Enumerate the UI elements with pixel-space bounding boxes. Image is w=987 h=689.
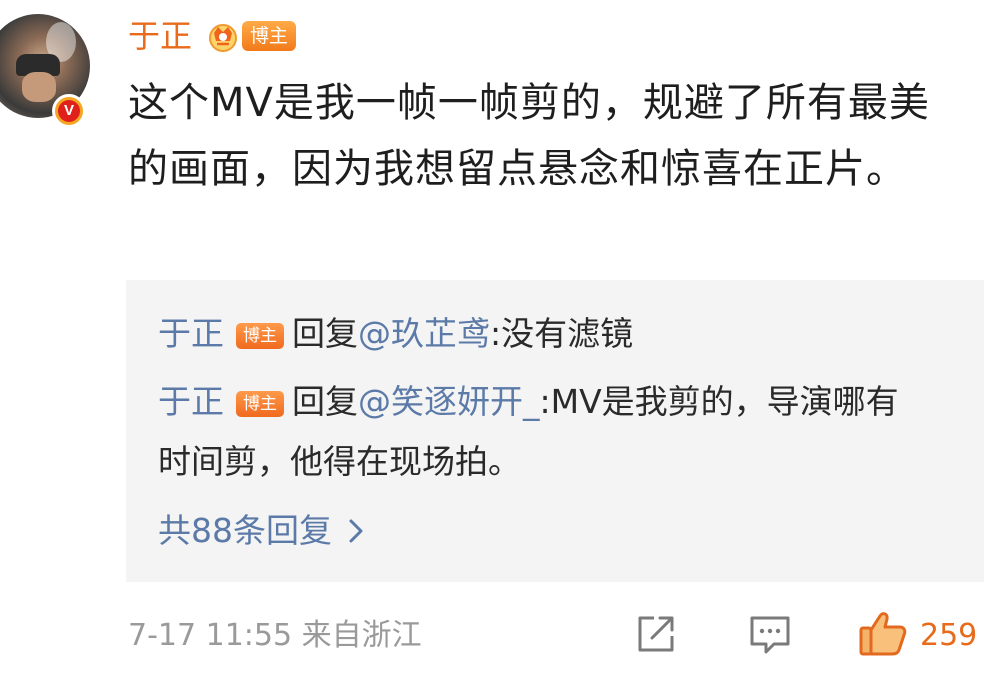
post-text: 这个MV是我一帧一帧剪的，规避了所有最美的画面，因为我想留点悬念和惊喜在正片。 bbox=[128, 80, 930, 192]
reply-author[interactable]: 于正 bbox=[158, 314, 224, 353]
blogger-badge: 博主 bbox=[206, 18, 297, 54]
share-icon[interactable] bbox=[634, 612, 678, 656]
comment-icon[interactable] bbox=[748, 614, 792, 656]
reply-item[interactable]: 于正 博主 回复@笑逐妍开_:MV是我剪的，导演哪有时间剪，他得在现场拍。 bbox=[158, 372, 918, 492]
reply-box[interactable]: 于正 博主 回复@玖芷鸢:没有滤镜 于正 博主 回复@笑逐妍开_:MV是我剪的，导演哪有… bbox=[126, 280, 984, 582]
post-meta: 7-17 11:55 来自浙江 bbox=[128, 618, 422, 653]
chevron-right-icon bbox=[349, 519, 363, 543]
avatar[interactable]: V bbox=[0, 14, 92, 128]
more-replies-link[interactable]: 共88条回复 bbox=[158, 506, 364, 556]
post-footer: 7-17 11:55 来自浙江 259 bbox=[128, 606, 987, 666]
mention-link[interactable]: @笑逐妍开_ bbox=[358, 382, 540, 421]
blogger-tag: 博主 bbox=[242, 21, 297, 51]
author-name[interactable]: 于正 bbox=[128, 14, 192, 58]
more-replies-label: 共88条回复 bbox=[158, 511, 332, 550]
author-row: 于正 博主 bbox=[128, 14, 297, 58]
blogger-tag: 博主 bbox=[236, 323, 284, 349]
like-icon[interactable] bbox=[858, 608, 908, 658]
reply-author[interactable]: 于正 bbox=[158, 382, 224, 421]
reply-verb: 回复 bbox=[292, 382, 358, 421]
reply-item[interactable]: 于正 博主 回复@玖芷鸢:没有滤镜 bbox=[158, 304, 918, 364]
verified-v-icon: V bbox=[52, 94, 86, 128]
crown-icon bbox=[209, 24, 238, 52]
blogger-tag: 博主 bbox=[236, 391, 284, 417]
reply-text: :没有滤镜 bbox=[490, 314, 634, 353]
reply-verb: 回复 bbox=[292, 314, 358, 353]
mention-link[interactable]: @玖芷鸢 bbox=[358, 314, 490, 353]
like-count: 259 bbox=[920, 618, 978, 653]
